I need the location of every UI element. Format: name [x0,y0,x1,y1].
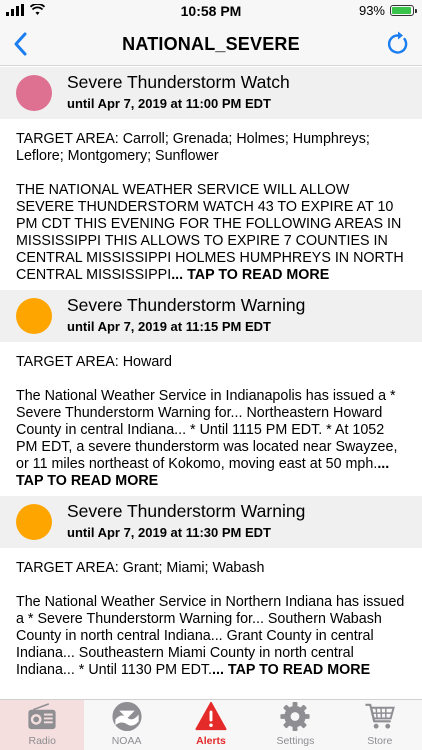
alert-title: Severe Thunderstorm Warning [67,501,306,521]
gear-icon [280,701,310,732]
alert-expiration: until Apr 7, 2019 at 11:00 PM EDT [67,96,271,111]
alert-item[interactable]: Severe Thunderstorm Warning until Apr 7,… [0,496,422,685]
alert-item[interactable]: Severe Thunderstorm Watch until Apr 7, 2… [0,67,422,290]
read-more-link[interactable]: ... TAP TO READ MORE [171,267,329,283]
read-more-link[interactable]: ... TAP TO READ MORE [212,662,370,678]
battery-percent: 93% [358,3,385,18]
alert-target-area: TARGET AREA: Grant; Miami; Wabash [16,560,265,576]
alert-title: Severe Thunderstorm Warning [67,295,306,315]
alert-description: THE NATIONAL WEATHER SERVICE WILL ALLOW … [16,182,408,284]
tab-label: Store [367,735,393,747]
warning-icon [195,701,227,731]
tab-radio[interactable]: Radio [0,700,85,750]
tab-label: Radio [28,735,56,747]
tab-label: Alerts [196,735,226,747]
alert-header: Severe Thunderstorm Warning until Apr 7,… [0,496,422,548]
alert-header: Severe Thunderstorm Watch until Apr 7, 2… [0,67,422,119]
alert-title: Severe Thunderstorm Watch [67,72,290,92]
cart-icon [365,703,395,729]
alert-severity-dot [16,298,52,334]
alert-description: The National Weather Service in Northern… [16,594,408,679]
alert-severity-dot [16,504,52,540]
tab-alerts[interactable]: Alerts [169,700,253,750]
noaa-logo-icon [112,701,142,732]
alert-target-area: TARGET AREA: Carroll; Grenada; Holmes; H… [16,131,370,164]
status-bar: 10:58 PM 93% [0,0,422,22]
tab-bar: Radio NOAA Alerts Settings Store [0,699,422,750]
page-title: NATIONAL_SEVERE [122,34,300,54]
tab-store[interactable]: Store [338,700,422,750]
alert-item[interactable]: Severe Thunderstorm Warning until Apr 7,… [0,290,422,496]
alert-description-text: The National Weather Service in Indianap… [16,388,398,472]
alert-body: TARGET AREA: Howard The National Weather… [0,342,422,496]
navigation-bar: NATIONAL_SEVERE [0,22,422,66]
alert-expiration: until Apr 7, 2019 at 11:30 PM EDT [67,525,271,540]
alert-body: TARGET AREA: Carroll; Grenada; Holmes; H… [0,119,422,290]
tab-settings[interactable]: Settings [253,700,337,750]
alert-header: Severe Thunderstorm Warning until Apr 7,… [0,290,422,342]
tab-noaa[interactable]: NOAA [84,700,168,750]
tab-label: Settings [276,735,315,747]
alert-expiration: until Apr 7, 2019 at 11:15 PM EDT [67,319,271,334]
radio-icon [28,703,56,730]
tab-label: NOAA [111,735,142,747]
alert-description: The National Weather Service in Indianap… [16,388,408,490]
battery-icon [390,5,417,16]
alert-list: Severe Thunderstorm Watch until Apr 7, 2… [0,67,422,699]
alert-severity-dot [16,75,52,111]
status-right: 93% [358,3,417,18]
refresh-icon[interactable] [384,30,412,58]
alert-target-area: TARGET AREA: Howard [16,354,172,370]
alert-body: TARGET AREA: Grant; Miami; Wabash The Na… [0,548,422,685]
